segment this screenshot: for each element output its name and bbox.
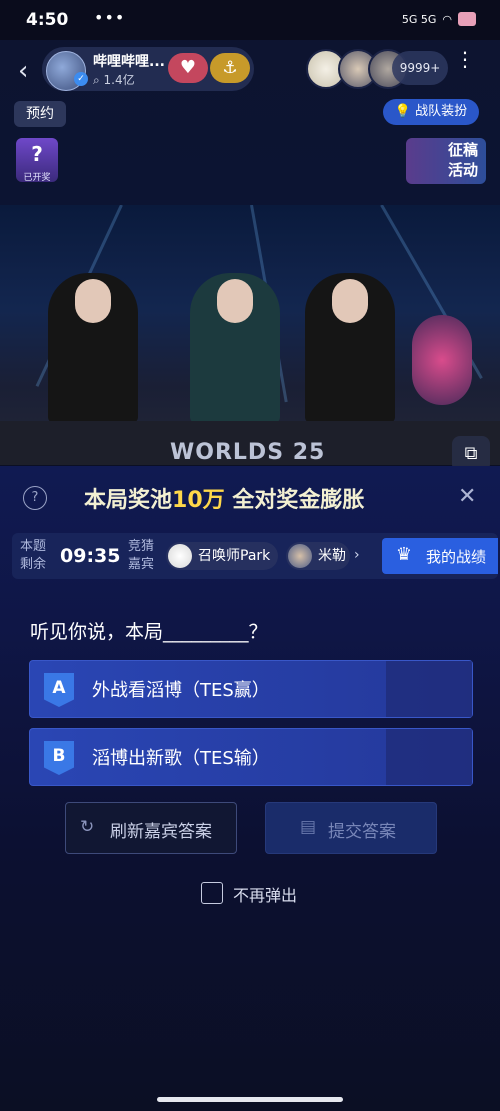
question-mark-icon: ? bbox=[31, 142, 43, 166]
refresh-label: 刷新嘉宾答案 bbox=[110, 822, 212, 842]
more-icon[interactable]: ⋮ bbox=[455, 49, 475, 69]
guest-name: 米勒 bbox=[318, 548, 346, 564]
guest-avatar bbox=[288, 544, 312, 568]
answer-option-b[interactable]: B 滔博出新歌（TES输） bbox=[29, 728, 473, 786]
guest-avatar bbox=[168, 544, 192, 568]
my-record-label: 我的战绩 bbox=[426, 548, 487, 566]
pool-amount: 10万 bbox=[172, 488, 225, 513]
event-banner-label: 征稿活动 bbox=[448, 141, 479, 179]
caster-figure bbox=[190, 273, 280, 423]
guess-label-line1: 竞猜 bbox=[128, 539, 155, 554]
pool-prefix: 本局奖池 bbox=[84, 488, 173, 513]
refresh-icon: ↻ bbox=[80, 817, 95, 837]
network-label: 5G 5G bbox=[401, 12, 437, 26]
remain-label: 本题 剩余 bbox=[20, 538, 46, 574]
option-text: 外战看滔博（TES赢） bbox=[92, 680, 270, 701]
caster-figure bbox=[48, 273, 138, 423]
chevron-right-icon[interactable]: › bbox=[354, 547, 360, 563]
worlds-logo: WORLDS 25 bbox=[170, 440, 326, 465]
document-icon: ▤ bbox=[300, 817, 317, 837]
live-video[interactable] bbox=[0, 205, 500, 465]
remain-label-line2: 剩余 bbox=[20, 557, 47, 572]
fan-club-button[interactable]: ⚓ bbox=[210, 53, 250, 83]
guess-label-line2: 嘉宾 bbox=[128, 557, 155, 572]
wifi-icon: ◠ bbox=[442, 12, 452, 26]
no-popup-label: 不再弹出 bbox=[233, 886, 298, 905]
verified-icon: ✓ bbox=[74, 72, 88, 86]
battery-icon bbox=[458, 12, 476, 26]
heart-plus-icon: ♥ bbox=[179, 57, 197, 78]
reserve-button[interactable]: 预约 bbox=[14, 101, 66, 127]
guess-label: 竞猜 嘉宾 bbox=[128, 538, 154, 574]
option-letter: A bbox=[44, 673, 74, 707]
guest-chip[interactable]: 米勒 bbox=[286, 542, 350, 570]
viewer-count: ⌕ 1.4亿 bbox=[93, 73, 135, 87]
submit-answer-button[interactable]: ▤ 提交答案 bbox=[265, 802, 437, 854]
refresh-guest-answers-button[interactable]: ↻ 刷新嘉宾答案 bbox=[65, 802, 237, 854]
countdown-timer: 09:35 bbox=[60, 545, 121, 567]
worlds-emblem-icon: ♛ bbox=[395, 544, 413, 565]
quiz-question: 听见你说，本局_________？ bbox=[30, 621, 268, 643]
option-decoration bbox=[386, 661, 472, 717]
bulb-icon: 💡 bbox=[394, 104, 412, 119]
caster-figure bbox=[305, 273, 395, 423]
status-time: 4:50 bbox=[26, 10, 69, 30]
remain-label-line1: 本题 bbox=[20, 539, 47, 554]
submit-label: 提交答案 bbox=[328, 822, 396, 842]
close-icon[interactable]: ✕ bbox=[458, 484, 476, 509]
answer-option-a[interactable]: A 外战看滔博（TES赢） bbox=[29, 660, 473, 718]
trophy-figure bbox=[412, 315, 472, 405]
guest-name: 召唤师Park bbox=[198, 548, 271, 564]
status-dots: ••• bbox=[94, 8, 126, 27]
viewer-count-value: 1.4亿 bbox=[103, 73, 135, 87]
lottery-label: 已开奖 bbox=[23, 173, 51, 183]
no-popup-checkbox[interactable] bbox=[201, 882, 223, 904]
caster-face bbox=[75, 279, 111, 323]
option-text: 滔博出新歌（TES输） bbox=[92, 748, 270, 769]
streamer-name: 哔哩哔哩... bbox=[93, 54, 165, 70]
guest-chip[interactable]: 召唤师Park bbox=[166, 542, 278, 570]
status-icons: 5G 5G ◠ bbox=[402, 12, 476, 26]
caster-face bbox=[332, 279, 368, 323]
pool-suffix: 全对奖金膨胀 bbox=[232, 488, 365, 513]
anchor-icon: ⚓ bbox=[222, 58, 238, 78]
prize-pool-title: 本局奖池10万 全对奖金膨胀 bbox=[84, 482, 364, 514]
caster-face bbox=[217, 279, 253, 323]
follow-button[interactable]: ♥ bbox=[168, 53, 208, 83]
audience-count[interactable]: 9999+ bbox=[392, 51, 448, 85]
option-letter: B bbox=[44, 741, 74, 775]
home-indicator[interactable] bbox=[157, 1097, 343, 1102]
help-icon[interactable]: ? bbox=[23, 486, 47, 510]
back-icon[interactable]: ‹ bbox=[18, 56, 28, 86]
option-decoration bbox=[386, 729, 472, 785]
team-outfit-button[interactable]: 💡 战队装扮 bbox=[383, 99, 479, 125]
team-outfit-label: 战队装扮 bbox=[415, 104, 468, 119]
